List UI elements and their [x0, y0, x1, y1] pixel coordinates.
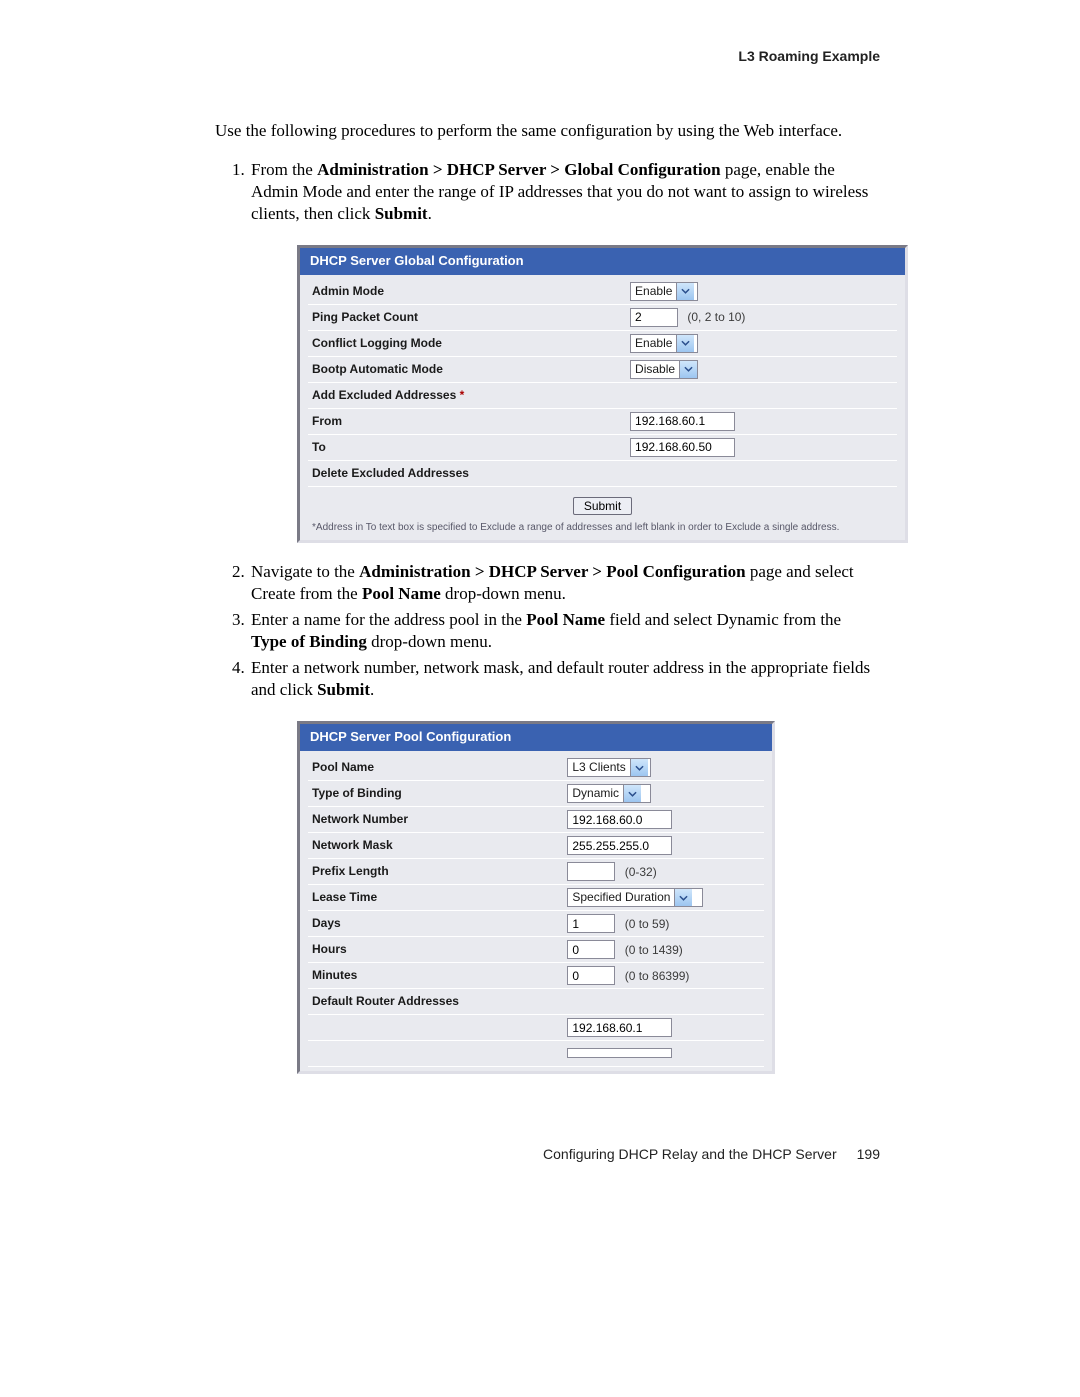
panel-footnote: *Address in To text box is specified to … — [308, 519, 897, 534]
select-conflict-mode[interactable]: Enable — [630, 334, 698, 353]
panel-title: DHCP Server Global Configuration — [300, 248, 905, 275]
page-footer: Configuring DHCP Relay and the DHCP Serv… — [543, 1146, 880, 1162]
input-minutes[interactable] — [567, 966, 615, 985]
chevron-down-icon — [676, 283, 694, 300]
input-hours[interactable] — [567, 940, 615, 959]
step-2: Navigate to the Administration > DHCP Se… — [249, 561, 880, 605]
select-admin-mode[interactable]: Enable — [630, 282, 698, 301]
select-binding-type[interactable]: Dynamic — [567, 784, 651, 803]
chevron-down-icon — [630, 759, 648, 776]
input-ping-count[interactable] — [630, 308, 678, 327]
label-default-router: Default Router Addresses — [308, 989, 563, 1015]
hint-days: (0 to 59) — [619, 917, 670, 931]
chevron-down-icon — [623, 785, 641, 802]
label-conflict-mode: Conflict Logging Mode — [308, 330, 626, 356]
label-prefix-length: Prefix Length — [308, 859, 563, 885]
input-days[interactable] — [567, 914, 615, 933]
select-bootp-mode[interactable]: Disable — [630, 360, 698, 379]
input-to-addr[interactable] — [630, 438, 735, 457]
label-bootp-mode: Bootp Automatic Mode — [308, 356, 626, 382]
label-binding-type: Type of Binding — [308, 781, 563, 807]
label-pool-name: Pool Name — [308, 755, 563, 781]
step-3: Enter a name for the address pool in the… — [249, 609, 880, 653]
label-add-excluded: Add Excluded Addresses * — [308, 382, 626, 408]
hint-prefix: (0-32) — [619, 865, 657, 879]
panel-dhcp-pool: DHCP Server Pool Configuration Pool Name… — [297, 721, 775, 1074]
input-network-number[interactable] — [567, 810, 672, 829]
input-router-addr-1[interactable] — [567, 1018, 672, 1037]
hint-ping: (0, 2 to 10) — [681, 310, 745, 324]
select-lease-time[interactable]: Specified Duration — [567, 888, 703, 907]
input-from-addr[interactable] — [630, 412, 735, 431]
config-table: Admin Mode Enable Ping Packet Count — [308, 279, 897, 487]
hint-hours: (0 to 1439) — [619, 943, 683, 957]
label-minutes: Minutes — [308, 963, 563, 989]
select-pool-name[interactable]: L3 Clients — [567, 758, 651, 777]
label-days: Days — [308, 911, 563, 937]
input-prefix-length[interactable] — [567, 862, 615, 881]
section-title: L3 Roaming Example — [738, 48, 880, 64]
label-from: From — [308, 408, 626, 434]
pool-config-table: Pool Name L3 Clients Type of Binding — [308, 755, 764, 1067]
label-network-mask: Network Mask — [308, 833, 563, 859]
label-delete-excluded: Delete Excluded Addresses — [308, 460, 626, 486]
step-list: From the Administration > DHCP Server > … — [215, 159, 880, 1075]
label-ping-count: Ping Packet Count — [308, 304, 626, 330]
panel-dhcp-global: DHCP Server Global Configuration Admin M… — [297, 245, 908, 543]
intro-text: Use the following procedures to perform … — [215, 120, 880, 142]
hint-minutes: (0 to 86399) — [619, 969, 690, 983]
step-4: Enter a network number, network mask, an… — [249, 657, 880, 1074]
label-lease-time: Lease Time — [308, 885, 563, 911]
label-hours: Hours — [308, 937, 563, 963]
label-network-number: Network Number — [308, 807, 563, 833]
chevron-down-icon — [676, 335, 694, 352]
submit-button[interactable]: Submit — [573, 497, 632, 515]
chevron-down-icon — [674, 889, 692, 906]
label-to: To — [308, 434, 626, 460]
panel-title: DHCP Server Pool Configuration — [300, 724, 772, 751]
chevron-down-icon — [679, 361, 697, 378]
label-admin-mode: Admin Mode — [308, 279, 626, 305]
step-1: From the Administration > DHCP Server > … — [249, 159, 880, 543]
input-network-mask[interactable] — [567, 836, 672, 855]
input-router-addr-2[interactable] — [567, 1048, 672, 1058]
